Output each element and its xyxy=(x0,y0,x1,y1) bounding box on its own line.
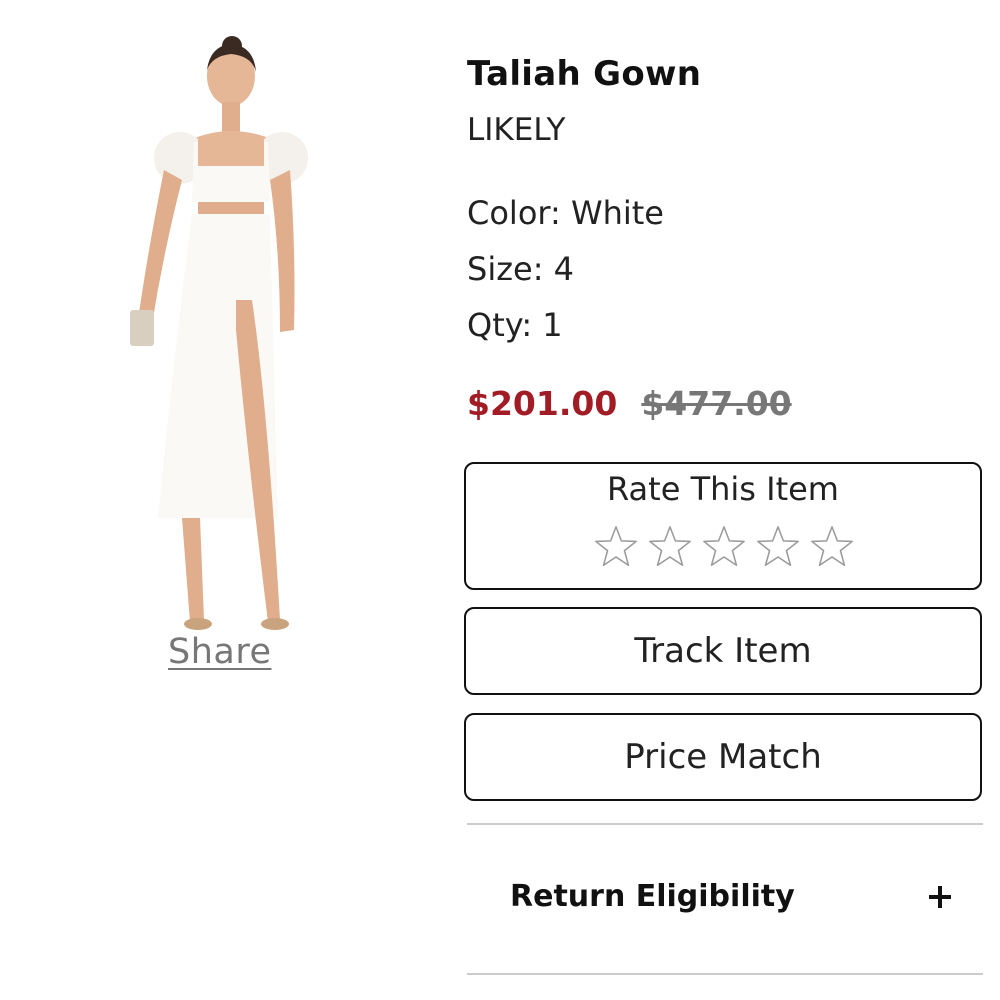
star-rating xyxy=(593,524,855,570)
order-item-detail: Share Taliah Gown LIKELY Color: White Si… xyxy=(0,0,1000,1000)
star-icon[interactable] xyxy=(593,524,639,570)
price-match-button[interactable]: Price Match xyxy=(464,713,982,801)
divider xyxy=(467,973,983,975)
return-eligibility-label: Return Eligibility xyxy=(510,879,795,914)
star-icon[interactable] xyxy=(701,524,747,570)
product-size: Size: 4 xyxy=(467,250,574,288)
plus-icon[interactable] xyxy=(927,884,953,910)
star-icon[interactable] xyxy=(809,524,855,570)
price-row: $201.00 $477.00 xyxy=(467,384,792,423)
return-eligibility-accordion[interactable]: Return Eligibility xyxy=(467,826,983,972)
star-icon[interactable] xyxy=(647,524,693,570)
sale-price: $201.00 xyxy=(467,384,618,423)
share-link[interactable]: Share xyxy=(168,632,272,672)
original-price: $477.00 xyxy=(641,384,792,423)
divider xyxy=(467,823,983,825)
product-color: Color: White xyxy=(467,194,664,232)
product-brand: LIKELY xyxy=(467,112,566,148)
product-title: Taliah Gown xyxy=(467,54,702,94)
star-icon[interactable] xyxy=(755,524,801,570)
track-item-button[interactable]: Track Item xyxy=(464,607,982,695)
product-qty: Qty: 1 xyxy=(467,306,563,344)
product-image[interactable] xyxy=(118,30,318,636)
rate-item-title: Rate This Item xyxy=(607,470,839,508)
